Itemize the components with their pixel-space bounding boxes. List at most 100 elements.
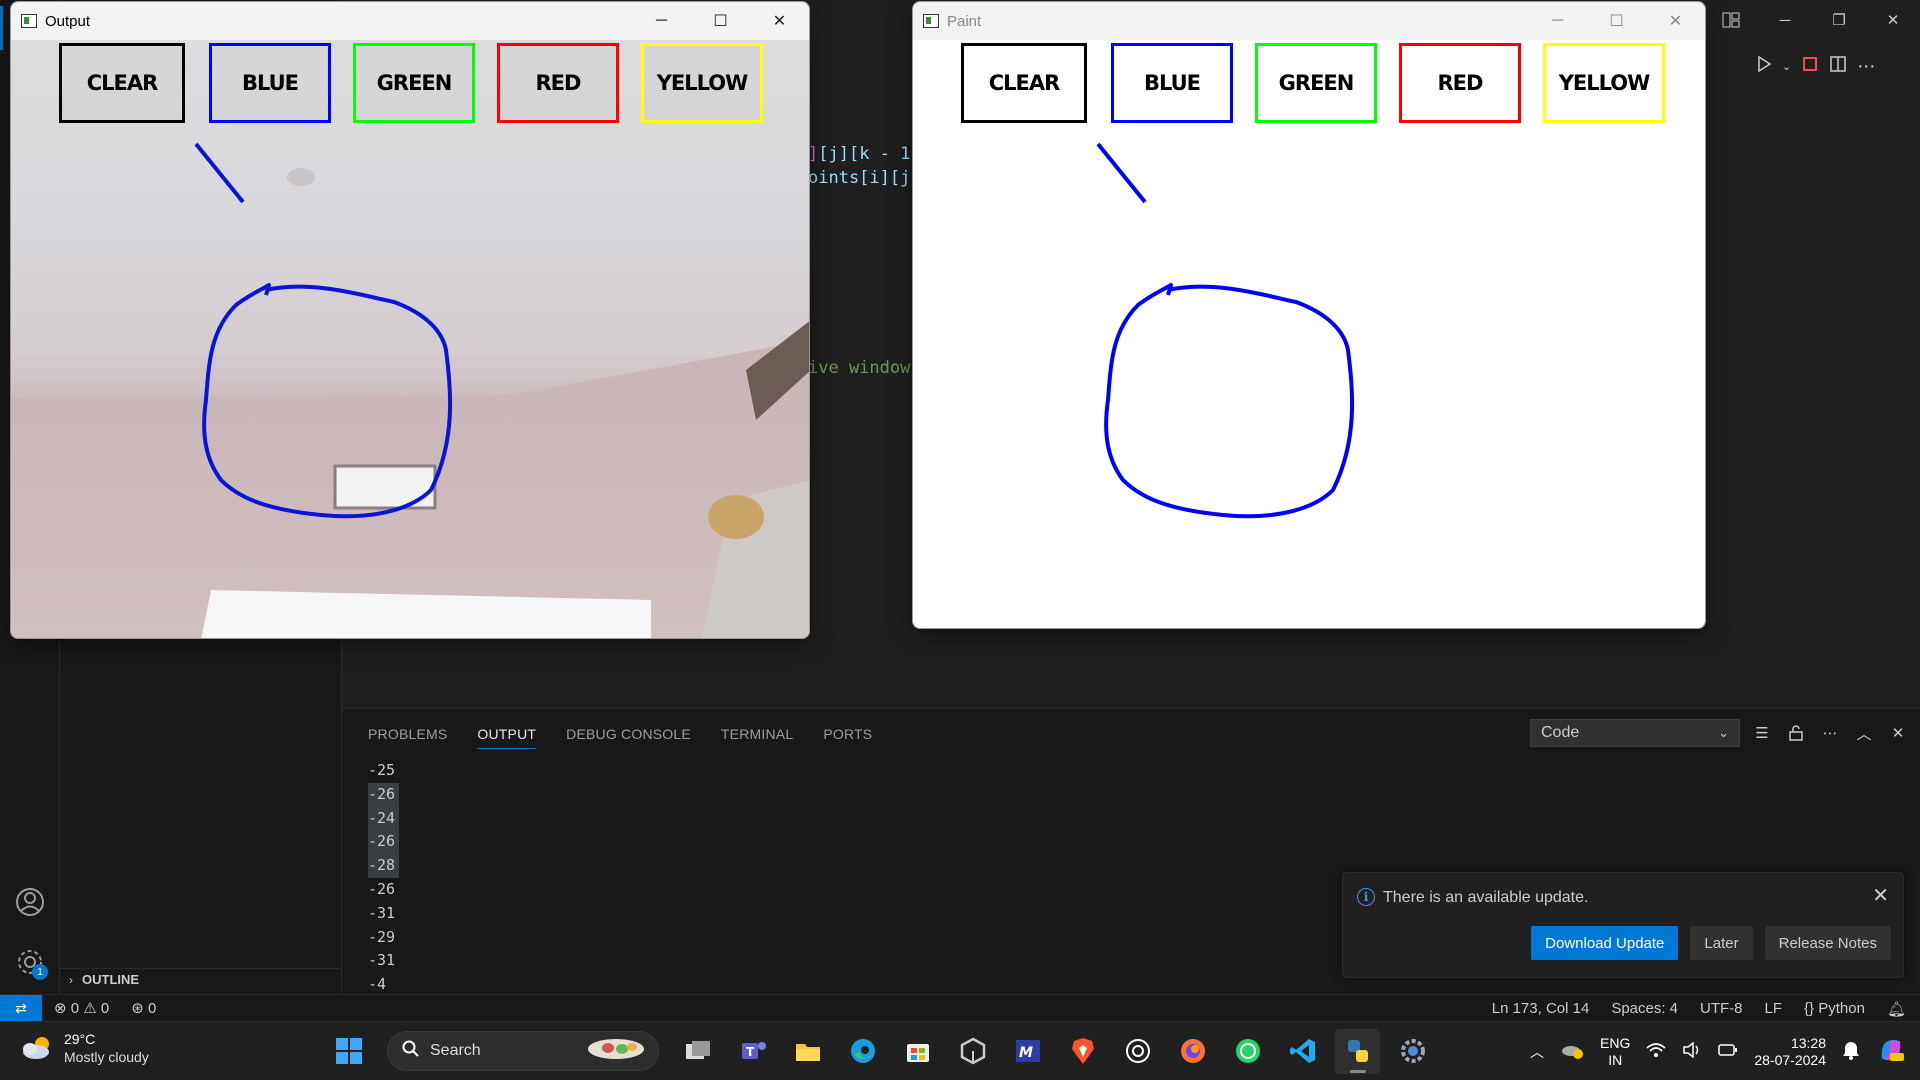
minimize-icon[interactable]: ─ [632,2,691,40]
notification-message: There is an available update. [1383,889,1589,906]
update-notification: i There is an available update. ✕ Downlo… [1342,872,1904,978]
cloudy-weather-icon [20,1035,54,1061]
layout-icon[interactable] [1704,0,1758,40]
clock-time: 13:28 [1790,1034,1826,1051]
wifi-icon[interactable] [1646,1042,1666,1061]
start-windows-icon[interactable] [326,1029,371,1074]
output-channel-select[interactable]: Code ⌄ [1530,719,1740,747]
maximize-icon[interactable]: ☐ [691,2,750,40]
chevron-right-icon: › [69,972,73,987]
edge-icon[interactable] [840,1029,885,1074]
minimize-icon[interactable]: ─ [1528,2,1587,40]
more-actions-icon[interactable]: ⋯ [1820,721,1840,745]
release-notes-button[interactable]: Release Notes [1764,926,1891,960]
code-comment-fragment: ive window [808,358,911,378]
error-count: 0 [70,1000,80,1017]
chatgpt-icon[interactable] [1115,1029,1160,1074]
download-update-button[interactable]: Download Update [1531,926,1679,960]
error-icon: ⊗ [54,1000,67,1017]
teams-icon[interactable]: T [730,1029,775,1074]
drawn-strokes [1096,142,1355,519]
close-panel-icon[interactable]: ✕ [1888,721,1908,745]
close-icon[interactable]: ✕ [1872,883,1889,908]
firefox-icon[interactable] [1170,1029,1215,1074]
vscode-icon[interactable] [1280,1029,1325,1074]
ports-status[interactable]: ⊛ 0 [131,999,156,1017]
taskbar-search[interactable]: Search [387,1031,659,1071]
whatsapp-icon[interactable] [1225,1029,1270,1074]
end-of-line[interactable]: LF [1765,1000,1783,1017]
later-button[interactable]: Later [1690,926,1753,960]
input-language[interactable]: ENG IN [1600,1035,1630,1069]
restore-icon[interactable]: ❐ [1812,0,1866,40]
maple-icon[interactable]: M [1005,1029,1050,1074]
close-icon[interactable]: ✕ [1646,2,1705,40]
tab-problems[interactable]: PROBLEMS [368,709,447,759]
brave-icon[interactable] [1060,1029,1105,1074]
output-line: -29 [368,927,396,946]
cursor-position[interactable]: Ln 173, Col 14 [1492,1000,1590,1017]
task-view-icon[interactable] [675,1029,720,1074]
language-mode[interactable]: {} Python [1804,1000,1865,1017]
search-highlight-icon [586,1036,646,1067]
drawn-line-stroke [1096,142,1147,204]
tab-debug-console[interactable]: DEBUG CONSOLE [566,709,691,759]
close-icon[interactable]: ✕ [750,2,809,40]
unity-icon[interactable] [950,1029,995,1074]
notification-bell-icon[interactable] [1842,1040,1860,1063]
paint-canvas[interactable]: CLEAR BLUE GREEN RED YELLOW [913,40,1705,628]
account-icon[interactable] [14,886,46,918]
tab-output[interactable]: OUTPUT [477,709,536,759]
battery-icon[interactable] [1718,1043,1738,1060]
output-window: Output ─ ☐ ✕ CLEAR BLUE GREEN RED YELLOW [10,1,810,639]
notifications-bell-icon[interactable]: 🔔︎ [1887,1000,1906,1018]
weather-widget[interactable]: 29°C Mostly cloudy [20,1030,149,1066]
lock-icon[interactable] [1786,721,1806,745]
more-actions-icon[interactable]: ⋯ [1857,56,1875,77]
split-editor-icon[interactable] [1829,55,1847,78]
drawn-strokes [194,142,453,519]
file-explorer-icon[interactable] [785,1029,830,1074]
panel-actions: ☰ ⋯ ︿ ✕ [1752,721,1908,745]
onedrive-warning-icon[interactable] [1560,1041,1584,1062]
chevron-up-icon[interactable]: ︿ [1530,1042,1544,1062]
python-icon[interactable] [1335,1028,1380,1074]
app-icon [21,14,37,28]
output-window-titlebar[interactable]: Output ─ ☐ ✕ [11,2,809,40]
settings-badge: 1 [32,964,48,980]
clock[interactable]: 13:28 28-07-2024 [1754,1035,1826,1069]
clear-output-icon[interactable]: ☰ [1752,721,1772,745]
window-title: Output [45,12,91,30]
tab-ports[interactable]: PORTS [823,709,872,759]
close-icon[interactable]: ✕ [1866,0,1920,40]
minimize-icon[interactable]: ─ [1758,0,1812,40]
svg-text:T: T [746,1045,755,1059]
volume-icon[interactable] [1682,1041,1702,1061]
remote-icon[interactable]: ⇄ [0,994,42,1022]
maximize-icon[interactable]: ☐ [1587,2,1646,40]
run-icon[interactable] [1756,55,1772,78]
code-fragment: ][j][k - 1 [808,144,911,164]
paint-window-titlebar[interactable]: Paint ─ ☐ ✕ [913,2,1705,40]
paint-window: Paint ─ ☐ ✕ CLEAR BLUE GREEN RED YELLOW [912,1,1706,629]
store-icon[interactable] [895,1029,940,1074]
ports-count: 0 [147,1000,157,1017]
vscode-window-controls: ─ ❐ ✕ [1700,0,1920,40]
output-line: -25 [368,761,396,779]
tab-terminal[interactable]: TERMINAL [721,709,793,759]
outline-section[interactable]: › OUTLINE [60,968,342,990]
chevron-down-icon[interactable]: ⌄ [1782,60,1791,73]
indentation[interactable]: Spaces: 4 [1611,1000,1678,1017]
camera-feed[interactable]: CLEAR BLUE GREEN RED YELLOW [11,40,809,638]
manage-gear-icon[interactable]: 1 [14,946,48,980]
copilot-icon[interactable] [1876,1035,1906,1068]
output-line: -26 [368,830,400,855]
problems-status[interactable]: ⊗ 0 ⚠ 0 [54,999,109,1017]
output-log[interactable]: -25 -26 -24 -26 -28 -26 -31 -29 -31 -4 [368,759,400,997]
maximize-panel-icon[interactable]: ︿ [1854,721,1874,745]
stop-icon[interactable] [1801,55,1819,78]
encoding[interactable]: UTF-8 [1700,1000,1743,1017]
region-code: IN [1608,1051,1623,1068]
braces-icon: {} [1804,1000,1815,1017]
settings-icon[interactable] [1390,1029,1435,1074]
